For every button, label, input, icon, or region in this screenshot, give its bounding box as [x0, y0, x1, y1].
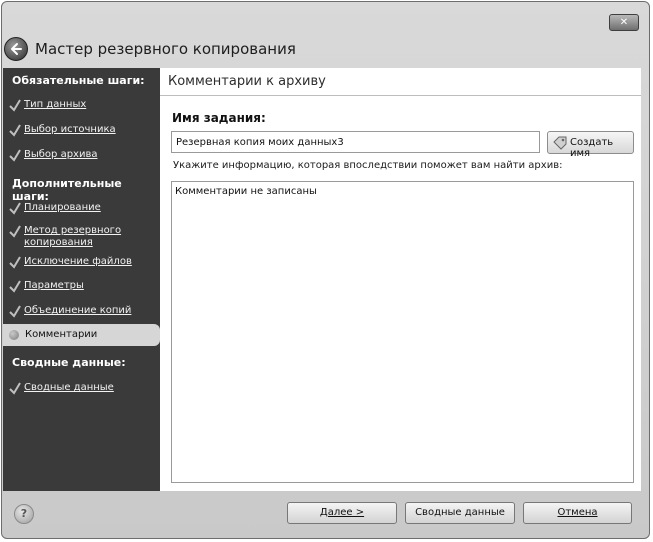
check-icon [9, 124, 21, 137]
hint-text: Укажите информацию, которая впоследствии… [173, 160, 563, 171]
sidebar-item-label: Объединение копий [24, 305, 132, 316]
summary-button-label: Сводные данные [415, 507, 505, 518]
cancel-button[interactable]: Отмена [523, 502, 632, 524]
back-icon[interactable] [4, 37, 28, 61]
create-name-button[interactable]: Создать имя [547, 131, 634, 159]
next-button[interactable]: Далее > [287, 502, 397, 524]
check-icon [9, 225, 21, 238]
sidebar-item-label: Исключение файлов [24, 256, 132, 267]
current-step-icon [9, 330, 19, 340]
summary-title: Сводные данные: [12, 356, 126, 369]
job-name-input[interactable] [171, 131, 540, 153]
required-steps-title: Обязательные шаги: [12, 74, 145, 87]
job-name-label: Имя задания: [172, 111, 266, 125]
next-button-label: Далее > [319, 507, 365, 518]
backup-wizard-window: ✕ Мастер резервного копирования Обязател… [1, 1, 650, 539]
main-panel: Комментарии к архиву Имя задания: Создат… [160, 68, 641, 491]
sidebar-item-label: Выбор источника [24, 124, 116, 135]
steps-sidebar: Обязательные шаги: Тип данных Выбор исто… [3, 68, 160, 491]
check-icon [9, 280, 21, 293]
cancel-button-label: Отмена [557, 507, 598, 518]
section-divider [160, 95, 641, 96]
comments-textarea[interactable]: Комментарии не записаны [171, 181, 634, 483]
optional-steps-title: Дополнительные шаги: [12, 177, 122, 203]
sidebar-item-label: Сводные данные [24, 382, 114, 393]
close-button[interactable]: ✕ [609, 14, 639, 31]
title-bar: ✕ Мастер резервного копирования [2, 2, 649, 72]
check-icon [9, 149, 21, 162]
create-name-label: Создать имя [570, 137, 614, 159]
check-icon [9, 305, 21, 318]
sidebar-item-comments[interactable]: Комментарии [3, 324, 160, 346]
sidebar-item-label: Выбор архива [24, 149, 98, 160]
tag-icon [553, 136, 567, 150]
sidebar-item-label: Комментарии [25, 329, 98, 340]
footer-bar: ? Далее > Сводные данные Отмена [2, 491, 649, 538]
sidebar-item-label: Параметры [24, 280, 84, 291]
section-title: Комментарии к архиву [168, 74, 326, 89]
help-icon[interactable]: ? [14, 504, 34, 524]
sidebar-item-label: Тип данных [24, 99, 87, 110]
check-icon [9, 382, 21, 395]
sidebar-item-label: Планирование [24, 202, 101, 213]
check-icon [9, 99, 21, 112]
check-icon [9, 256, 21, 269]
check-icon [9, 202, 21, 215]
summary-button[interactable]: Сводные данные [405, 502, 515, 524]
wizard-title: Мастер резервного копирования [35, 40, 296, 58]
sidebar-item-label: Метод резервного копирования [24, 225, 122, 248]
